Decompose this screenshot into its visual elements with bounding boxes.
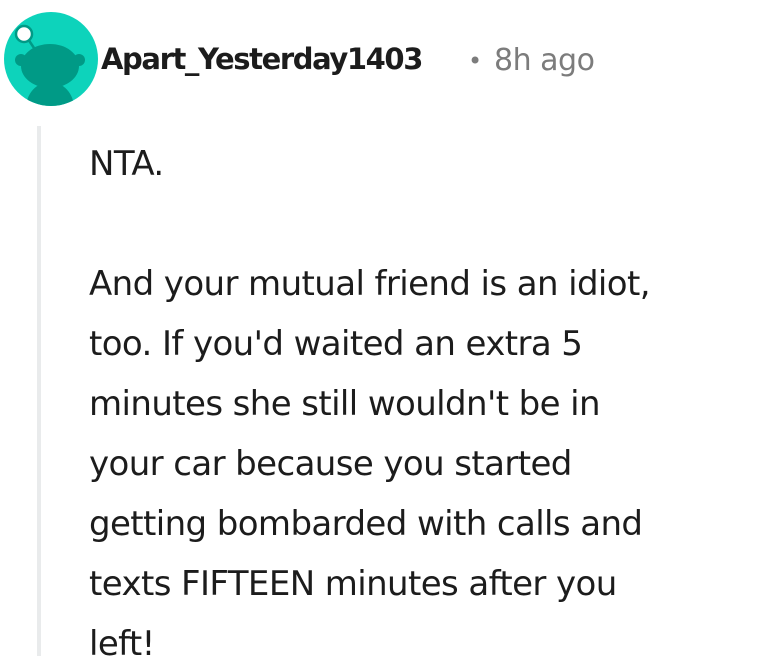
comment-line: minutes she still wouldn't be in — [89, 384, 601, 424]
comment-line: getting bombarded with calls and — [89, 504, 643, 544]
comment-paragraph: And your mutual friend is an idiot, too.… — [89, 254, 749, 656]
meta-separator: • — [468, 47, 483, 75]
comment: Apart_Yesterday1403 • 8h ago NTA. And yo… — [0, 0, 758, 656]
comment-body: NTA. And your mutual friend is an idiot,… — [89, 134, 749, 656]
comment-line: And your mutual friend is an idiot, — [89, 264, 651, 304]
user-avatar-icon[interactable] — [4, 12, 98, 106]
comment-line: your car because you started — [89, 444, 572, 484]
comment-line: texts FIFTEEN minutes after you — [89, 564, 617, 604]
comment-author-link[interactable]: Apart_Yesterday1403 — [101, 42, 423, 76]
comment-line: NTA. — [89, 144, 164, 184]
comment-paragraph: NTA. — [89, 134, 749, 194]
comment-timestamp[interactable]: 8h ago — [494, 43, 595, 78]
comment-line: too. If you'd waited an extra 5 — [89, 324, 583, 364]
comment-line: left! — [89, 624, 155, 656]
thread-collapse-line[interactable] — [37, 126, 41, 656]
